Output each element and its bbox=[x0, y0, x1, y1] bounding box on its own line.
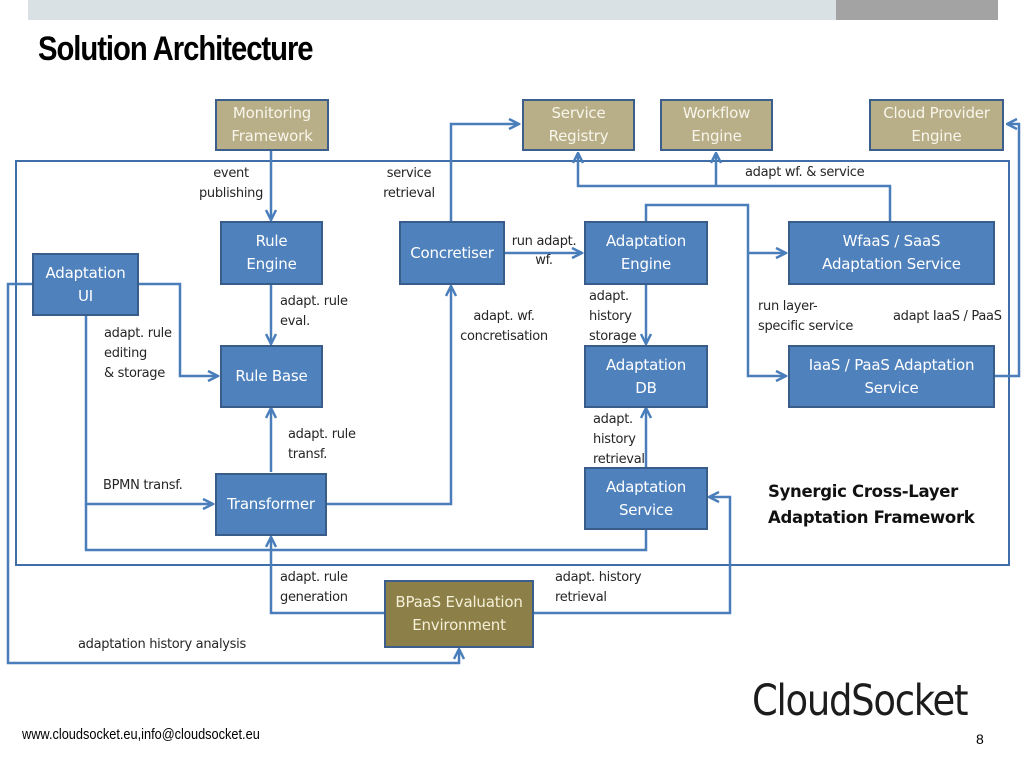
wfaas-saas-adaptation-service-box[interactable]: WfaaS / SaaS Adaptation Service bbox=[788, 221, 995, 285]
label-adapt-history-retrieval-db: adapt. history retrieval bbox=[593, 412, 645, 467]
adaptation-service-box[interactable]: Adaptation Service bbox=[584, 467, 708, 530]
service-registry-box[interactable]: Service Registry bbox=[522, 99, 635, 151]
label-adapt-rule-eval: adapt. rule eval. bbox=[280, 294, 348, 329]
label-adapt-rule-transf: adapt. rule transf. bbox=[288, 427, 356, 462]
rule-engine-box[interactable]: Rule Engine bbox=[220, 221, 323, 285]
label-adapt-rule-generation: adapt. rule generation bbox=[280, 570, 348, 605]
iaas-paas-adaptation-service-box[interactable]: IaaS / PaaS Adaptation Service bbox=[788, 345, 995, 408]
rule-base-box[interactable]: Rule Base bbox=[220, 345, 323, 408]
transformer-box[interactable]: Transformer bbox=[215, 473, 327, 536]
concretiser-box[interactable]: Concretiser bbox=[399, 221, 505, 285]
label-adapt-iaas-paas: adapt IaaS / PaaS bbox=[893, 309, 1002, 324]
label-service-retrieval: service retrieval bbox=[383, 166, 435, 201]
adaptation-engine-box[interactable]: Adaptation Engine bbox=[584, 221, 708, 285]
cloudsocket-logo: CloudSocket bbox=[752, 676, 969, 726]
page-number: 8 bbox=[976, 731, 984, 747]
edge-adaptation-service-feedback bbox=[84, 504, 648, 552]
label-run-adapt-wf: run adapt. wf. bbox=[511, 234, 577, 268]
label-adapt-wf-concretisation: adapt. wf. concretisation bbox=[460, 309, 548, 344]
label-bpmn-transf: BPMN transf. bbox=[103, 478, 183, 493]
label-adapt-history-storage: adapt. history storage bbox=[589, 289, 637, 344]
label-adapt-rule-editing: adapt. rule editing & storage bbox=[104, 326, 172, 381]
edge-service-retrieval bbox=[449, 124, 519, 221]
label-adapt-history-retrieval-eval: adapt. history retrieval bbox=[555, 570, 642, 605]
cloud-provider-engine-box[interactable]: Cloud Provider Engine bbox=[869, 99, 1004, 151]
label-adapt-wf-service: adapt wf. & service bbox=[745, 165, 865, 180]
label-event-publishing: event publishing bbox=[198, 166, 264, 201]
bpaas-evaluation-environment-box[interactable]: BPaaS Evaluation Environment bbox=[384, 580, 534, 648]
monitoring-framework-box[interactable]: Monitoring Framework bbox=[215, 99, 329, 151]
adaptation-db-box[interactable]: Adaptation DB bbox=[584, 345, 708, 408]
label-run-layer-specific: run layer- specific service bbox=[758, 299, 854, 334]
workflow-engine-box[interactable]: Workflow Engine bbox=[660, 99, 773, 151]
label-adaptation-history-analysis: adaptation history analysis bbox=[78, 637, 246, 652]
adaptation-ui-box[interactable]: Adaptation UI bbox=[32, 253, 139, 316]
framework-title: Synergic Cross-Layer Adaptation Framewor… bbox=[768, 482, 975, 527]
footer-contact-link[interactable]: www.cloudsocket.eu,info@cloudsocket.eu bbox=[22, 727, 260, 743]
